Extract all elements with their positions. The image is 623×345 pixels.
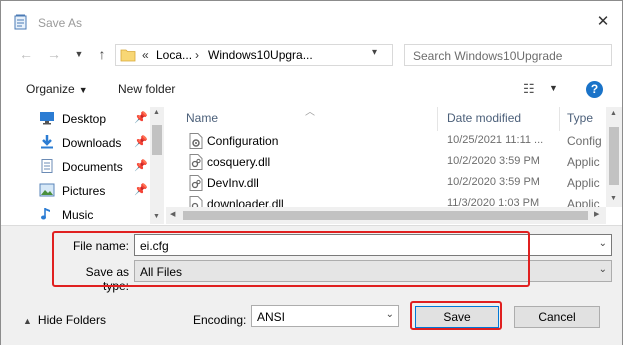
save-options-panel: File name: ei.cfg ⌄ Save as type: All Fi… <box>1 225 622 345</box>
dll-file-icon <box>189 154 203 170</box>
navigation-pane: Desktop 📌 Downloads 📌 Documents 📌 Pictur… <box>1 107 165 225</box>
sidebar-item-downloads[interactable]: Downloads 📌 <box>39 133 149 153</box>
scroll-left-icon[interactable]: ◀ <box>170 210 175 218</box>
chevron-down-icon: ▼ <box>78 85 88 95</box>
desktop-icon <box>40 112 54 125</box>
organize-button[interactable]: Organize ▼ <box>26 82 88 96</box>
column-header-name[interactable]: Name <box>186 111 218 133</box>
pin-icon[interactable]: 📌 <box>134 135 148 148</box>
file-name: downloader.dll <box>207 197 284 207</box>
chevron-down-icon[interactable]: ⌄ <box>386 309 394 320</box>
sidebar-item-label: Music <box>62 208 94 222</box>
chevron-down-icon[interactable]: ⌄ <box>599 264 607 275</box>
search-input[interactable]: Search Windows10Upgrade <box>404 44 612 66</box>
new-folder-button[interactable]: New folder <box>118 82 175 96</box>
encoding-select[interactable]: ANSI ⌄ <box>251 305 399 327</box>
file-row[interactable]: downloader.dll 11/3/2020 1:03 PM Applic <box>166 194 606 207</box>
pin-icon[interactable]: 📌 <box>134 111 148 124</box>
dll-file-icon <box>189 175 203 191</box>
sidebar-item-label: Downloads <box>62 136 122 150</box>
back-arrow-icon[interactable]: ← <box>18 46 34 62</box>
scroll-up-icon[interactable]: ▲ <box>610 110 617 117</box>
highlight-box-filename <box>52 231 530 287</box>
file-date: 10/2/2020 3:59 PM <box>447 155 540 167</box>
breadcrumb-item-local[interactable]: Loca... <box>156 48 192 62</box>
pin-icon[interactable]: 📌 <box>134 183 148 196</box>
hide-folders-label: Hide Folders <box>37 313 106 327</box>
navigation-pane-scrollbar[interactable]: ▲ ▼ <box>150 107 164 224</box>
chevron-down-icon[interactable]: ⌄ <box>599 238 607 249</box>
view-options-icon[interactable]: ☷ <box>523 81 535 97</box>
column-header-type[interactable]: Type <box>567 111 593 133</box>
file-type: Config <box>567 134 602 148</box>
sidebar-item-documents[interactable]: Documents 📌 <box>39 157 149 177</box>
highlight-box-save <box>410 301 502 330</box>
downloads-icon <box>41 135 53 149</box>
view-options-chevron-icon[interactable]: ▼ <box>549 83 558 93</box>
scrollbar-thumb[interactable] <box>609 127 619 185</box>
file-date: 10/25/2021 11:11 ... <box>447 134 544 146</box>
file-list-horizontal-scrollbar[interactable]: ◀ ▶ <box>166 207 606 224</box>
close-icon[interactable]: ✕ <box>594 13 612 31</box>
encoding-value: ANSI <box>257 310 286 324</box>
pictures-icon <box>39 183 55 197</box>
file-type: Applic <box>567 176 600 190</box>
file-type: Applic <box>567 155 600 169</box>
address-bar[interactable]: « Loca... › Windows10Upgra... ▾ ↻ <box>115 44 497 66</box>
save-as-dialog: Save As ✕ ← → ▼ ↑ « Loca... › Windows10U… <box>0 0 623 345</box>
file-name: DevInv.dll <box>207 176 259 190</box>
cancel-button[interactable]: Cancel <box>514 306 600 328</box>
file-type: Applic <box>567 197 600 207</box>
documents-icon <box>41 159 53 173</box>
file-row[interactable]: cosquery.dll 10/2/2020 3:59 PM Applic <box>166 152 606 173</box>
config-file-icon <box>189 133 203 149</box>
window-title: Save As <box>38 16 83 30</box>
notepad-icon <box>14 14 27 30</box>
file-list-vertical-scrollbar[interactable]: ▲ ▼ <box>606 107 622 207</box>
file-date: 11/3/2020 1:03 PM <box>447 197 540 207</box>
breadcrumb-separator-icon: › <box>195 48 199 62</box>
search-placeholder: Search Windows10Upgrade <box>413 49 563 63</box>
help-icon[interactable]: ? <box>586 81 603 98</box>
scrollbar-thumb[interactable] <box>152 125 162 155</box>
hide-folders-button[interactable]: ▲ Hide Folders <box>23 313 106 327</box>
sidebar-item-label: Desktop <box>62 112 107 126</box>
dll-file-icon <box>189 196 203 207</box>
column-divider[interactable] <box>559 107 560 131</box>
up-arrow-icon[interactable]: ↑ <box>94 46 110 62</box>
sort-ascending-icon: ︿ <box>305 107 315 118</box>
file-date: 10/2/2020 3:59 PM <box>447 176 540 188</box>
sidebar-item-desktop[interactable]: Desktop 📌 <box>39 109 149 129</box>
scroll-down-icon[interactable]: ▼ <box>610 195 617 202</box>
command-bar: Organize ▼ New folder ☷ ▼ ? <box>1 73 622 107</box>
file-list: ︿ Name Date modified Type Configuration … <box>166 107 622 225</box>
recent-locations-chevron-icon[interactable]: ▼ <box>71 46 87 62</box>
scroll-right-icon[interactable]: ▶ <box>594 210 599 218</box>
breadcrumb-overflow[interactable]: « <box>142 48 149 62</box>
address-dropdown-icon[interactable]: ▾ <box>372 47 377 58</box>
folder-icon <box>120 49 136 62</box>
scroll-up-icon[interactable]: ▲ <box>153 109 160 116</box>
encoding-label: Encoding: <box>193 313 247 327</box>
title-bar: Save As ✕ <box>1 1 622 41</box>
file-row[interactable]: DevInv.dll 10/2/2020 3:59 PM Applic <box>166 173 606 194</box>
pin-icon[interactable]: 📌 <box>134 159 148 172</box>
file-name: cosquery.dll <box>207 155 271 169</box>
column-divider[interactable] <box>437 107 438 131</box>
music-icon <box>41 208 50 220</box>
chevron-up-icon: ▲ <box>23 316 32 326</box>
scroll-down-icon[interactable]: ▼ <box>153 213 160 220</box>
file-row[interactable]: Configuration 10/25/2021 11:11 ... Confi… <box>166 131 606 152</box>
sidebar-item-music[interactable]: Music <box>39 205 149 225</box>
sidebar-item-pictures[interactable]: Pictures 📌 <box>39 181 149 201</box>
file-name: Configuration <box>207 134 279 148</box>
column-header-date-modified[interactable]: Date modified <box>447 111 521 133</box>
scrollbar-thumb[interactable] <box>183 211 588 220</box>
sidebar-item-label: Pictures <box>62 184 106 198</box>
sidebar-item-label: Documents <box>62 160 123 174</box>
breadcrumb-item-windows10upgrade[interactable]: Windows10Upgra... <box>208 48 313 62</box>
forward-arrow-icon[interactable]: → <box>46 46 62 62</box>
organize-label: Organize <box>26 82 75 96</box>
